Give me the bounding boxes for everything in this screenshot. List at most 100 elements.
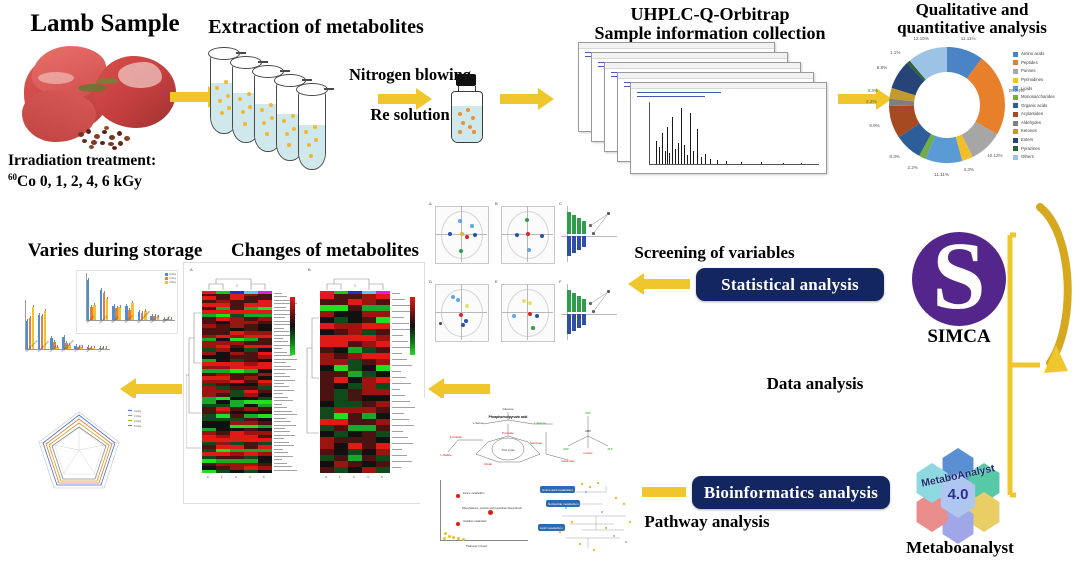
column-label: 6 [381,475,383,479]
donut-percent-label: 2.2% [866,98,877,104]
error-bar [107,296,108,300]
legend-item: 6 kGy [128,423,174,428]
legend-item: Acylamides [1013,110,1079,119]
row-label [392,365,412,366]
row-label [274,369,296,371]
column-annotation-bar [376,291,390,294]
metabolic-network-diagram: TCA cycle Glucose Phosphoenolpyruvic aci… [441,407,613,466]
heatmap-panel-a [202,293,272,473]
pathway-annotation: Purine metabolism [463,492,485,495]
row-label [274,358,297,360]
irradiation-treatment-label: Irradiation treatment: 60Co 0, 1, 2, 4, … [8,152,156,191]
row-label [274,403,282,405]
legend-swatch [1013,60,1018,66]
statistical-analysis-button[interactable]: Statistical analysis [696,268,884,301]
legend-item: Organic acids [1013,102,1079,111]
column-label: 1 [221,475,223,479]
error-bar [142,311,143,314]
row-label [392,377,406,378]
column-annotation-bar [362,291,376,294]
legend-label: Aldehydes [1021,119,1042,125]
column-label: 2 [235,475,237,479]
legend-label: 2 kGy [134,413,142,418]
score-plot-A: A [429,201,489,268]
svg-text:IMP: IMP [586,411,591,415]
column-label: 0 [325,475,327,479]
heatmap-a-dendrogram-left [186,312,201,449]
svg-text:TCA cycle: TCA cycle [501,448,515,452]
svg-text:Glutamate: Glutamate [562,459,575,463]
statistical-analysis-label: Statistical analysis [721,274,859,294]
error-bar [30,315,31,319]
sample-vial [448,74,484,144]
row-label [274,351,287,353]
svg-text:L-Serine: L-Serine [473,421,484,425]
legend-swatch [164,276,168,280]
heatmap-b-column-labels: 0 1 2 4 6 [320,475,390,483]
lamb-sample-photo [22,42,182,152]
column-annotation-bar [244,291,258,294]
arrow-pathway-to-heatmap [428,378,490,400]
donut-percent-label: 3.3% [963,167,974,173]
legend-swatch [1013,103,1018,109]
donut-percent-label: 3.3% [867,87,878,93]
row-label [274,362,286,364]
metaboanalyst-label: Metaboanalyst [906,538,1014,557]
legend-swatch [128,424,132,427]
simca-letter: S [932,222,986,329]
row-label [274,386,289,388]
row-label [392,389,400,390]
legend-label: 0 kGy [169,272,176,276]
error-bar [100,287,102,291]
heatmap-cell [348,467,362,473]
legend-swatch [1013,94,1018,100]
legend-swatch [1013,137,1018,143]
bioinformatics-analysis-button[interactable]: Bioinformatics analysis [692,476,890,509]
row-label [274,310,291,312]
row-label [392,299,405,300]
legend-item: Peptides [1013,59,1079,68]
legend-label: Monosaccharides [1021,94,1055,100]
svg-text:AMP: AMP [585,429,591,433]
row-label [274,372,285,374]
row-label [392,419,409,420]
legend-label: Esters [1021,137,1034,143]
radar-chart-legend: 0 kGy 2 kGy 4 kGy 6 kGy [128,408,174,428]
row-label [274,438,284,440]
column-annotation-bar [230,291,244,294]
centrifuge-tubes-group [208,47,350,170]
error-bar [45,308,46,312]
error-bar [39,312,40,316]
row-label [392,359,407,360]
row-label [274,414,297,416]
error-bar [51,336,52,339]
svg-text:Pyruvate: Pyruvate [502,431,514,435]
heatmap-a-row-labels [273,293,303,473]
donut-percent-label: 11.11% [960,35,976,41]
row-label [392,353,402,354]
page-title-qualitative-line1: Qualitative and [915,0,1029,19]
row-label [274,376,290,378]
donut-percent-label: 8.8% [876,65,888,71]
heatmap-cell [320,467,334,473]
svg-text:Inosine: Inosine [583,451,592,455]
row-label [274,296,287,298]
error-bar [119,305,121,308]
error-bar [88,277,89,281]
row-label [392,449,402,450]
legend-label: Pyrimidines [1021,76,1044,82]
donut-percent-label: 8.3% [889,153,900,159]
legend-item: Others [1013,153,1079,162]
svg-text:L-Alanine: L-Alanine [534,421,546,425]
arrow-uhplc-to-analysis [838,88,892,110]
row-label [392,431,403,432]
error-bar [129,307,130,311]
metaboanalyst-logo: MetaboAnalyst 4.0 [910,448,1006,544]
row-label [392,395,405,396]
row-label [274,389,294,391]
row-label [274,293,282,294]
row-label [392,371,401,372]
heatmap-panel-b [320,293,390,473]
row-label [392,335,403,336]
legend-label: 4 kGy [134,418,142,423]
